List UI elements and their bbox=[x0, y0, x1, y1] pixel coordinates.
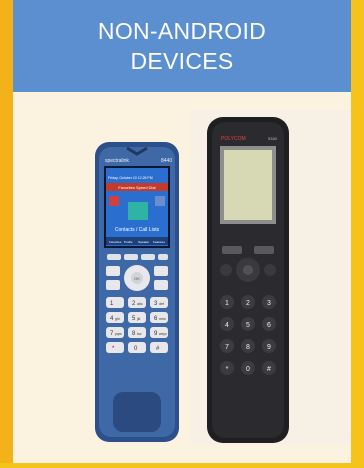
phone-right-model: 5340 bbox=[268, 136, 278, 141]
key-sub-label: def bbox=[159, 302, 164, 306]
key-label: 2 bbox=[246, 300, 250, 307]
key-label: 1 bbox=[225, 300, 229, 307]
softkey-button[interactable] bbox=[107, 254, 121, 260]
left-border bbox=[0, 0, 13, 463]
key-label: 0 bbox=[246, 366, 250, 373]
key-label: # bbox=[267, 366, 271, 373]
menu-key[interactable] bbox=[106, 266, 120, 276]
tile-icon bbox=[109, 196, 119, 206]
key-sub-label: tuv bbox=[137, 332, 142, 336]
right-border bbox=[351, 0, 364, 463]
softkey-button[interactable] bbox=[141, 254, 155, 260]
phone-left-status: Friday, October 10 12:25 PM bbox=[108, 176, 153, 180]
call-key[interactable] bbox=[106, 280, 120, 290]
phone-spectralink: spectralink 8440 Friday, October 10 12:2… bbox=[95, 142, 179, 442]
key-label: 9 bbox=[267, 344, 271, 351]
softkey-button[interactable] bbox=[222, 246, 242, 254]
phone-polycom: POLYCOM 5340 1 2 3 4 5 6 7 8 9 * 0 # bbox=[191, 110, 353, 445]
end-call-key[interactable] bbox=[264, 264, 276, 276]
key-star[interactable] bbox=[106, 342, 124, 353]
key-label: 5 bbox=[246, 322, 250, 329]
end-call-key[interactable] bbox=[154, 280, 168, 290]
ok-label: OK bbox=[134, 276, 140, 281]
phone-left-brand: spectralink bbox=[105, 158, 129, 164]
back-key[interactable] bbox=[154, 266, 168, 276]
key-label: 3 bbox=[267, 300, 271, 307]
key-sub-label: wxyz bbox=[159, 332, 167, 336]
tile-icon bbox=[155, 196, 165, 206]
softkey-button[interactable] bbox=[124, 254, 138, 260]
key-label: 6 bbox=[267, 322, 271, 329]
key-1[interactable] bbox=[106, 297, 124, 308]
softkey-button[interactable] bbox=[158, 254, 168, 260]
key-sub-label: abc bbox=[137, 302, 143, 306]
phone-right-brand: POLYCOM bbox=[221, 136, 246, 142]
key-label: 4 bbox=[225, 322, 229, 329]
key-sub-label: ghi bbox=[115, 317, 120, 321]
key-sub-label: mno bbox=[159, 317, 166, 321]
phone-right-screen bbox=[224, 150, 272, 220]
softkey-label[interactable]: Favorites bbox=[109, 240, 122, 244]
call-key[interactable] bbox=[220, 264, 232, 276]
phone-left-model: 8440 bbox=[161, 158, 172, 164]
key-sub-label: jkl bbox=[136, 317, 141, 321]
contacts-icon bbox=[128, 202, 148, 220]
phone-left-banner: Favorites Speed Dial bbox=[118, 185, 155, 190]
phones-illustration: spectralink 8440 Friday, October 10 12:2… bbox=[95, 110, 353, 445]
key-label: 7 bbox=[225, 344, 229, 351]
key-label: 8 bbox=[246, 344, 250, 351]
key-sub-label: pqrs bbox=[115, 332, 122, 336]
header-title: NON-ANDROID DEVICES bbox=[97, 18, 267, 74]
softkey-label[interactable]: Features bbox=[153, 240, 165, 244]
key-label: * bbox=[226, 366, 229, 373]
phone-left-screen-label: Contacts / Call Lists bbox=[115, 227, 160, 233]
softkey-label[interactable]: Speaker bbox=[138, 240, 149, 244]
header-banner: NON-ANDROID DEVICES bbox=[13, 0, 351, 92]
softkey-button[interactable] bbox=[254, 246, 274, 254]
content-area: spectralink 8440 Friday, October 10 12:2… bbox=[13, 92, 353, 463]
device-card: NON-ANDROID DEVICES spectralink 8440 Fri… bbox=[0, 0, 364, 463]
softkey-label[interactable]: Profile bbox=[124, 240, 133, 244]
select-button[interactable] bbox=[243, 265, 253, 275]
